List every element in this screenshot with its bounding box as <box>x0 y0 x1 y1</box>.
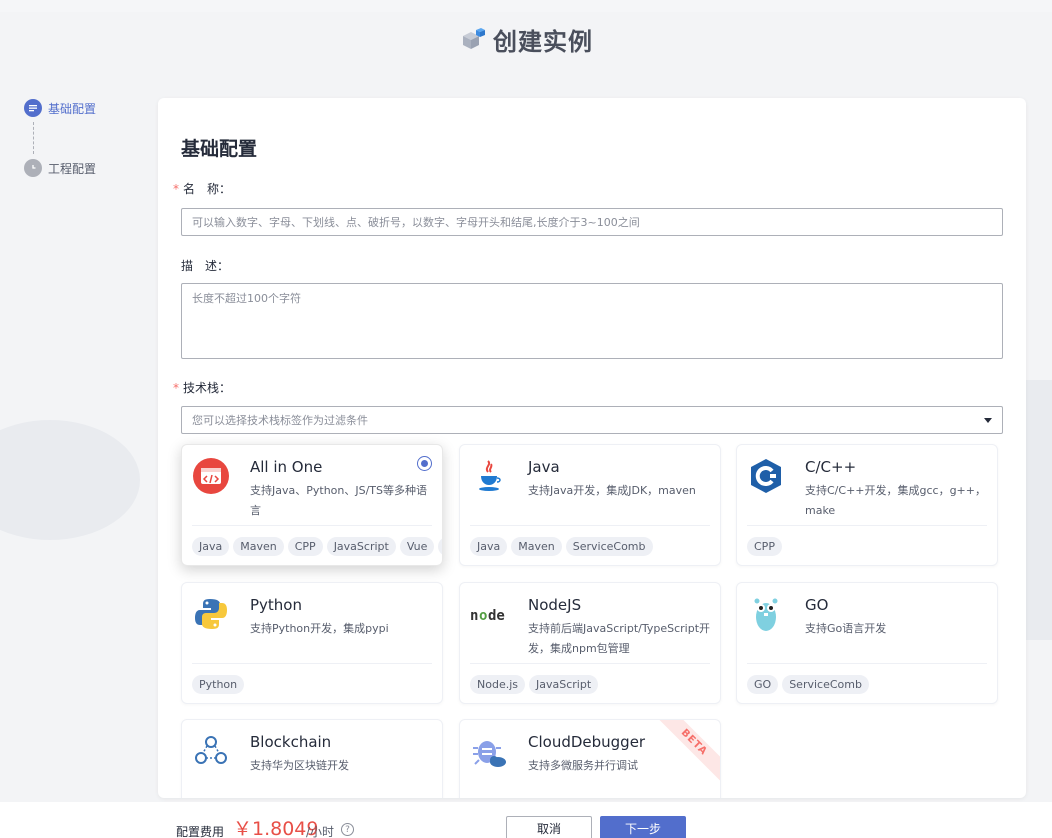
template-description: 支持多微服务并行调试 <box>528 759 638 772</box>
section-title: 基础配置 <box>181 138 258 160</box>
template-description: 支持前后端JavaScript/TypeScript开发，集成npm包管理 <box>528 622 711 655</box>
tech-tag: Java <box>192 537 230 556</box>
tech-stack-placeholder: 您可以选择技术栈标签作为过滤条件 <box>192 414 368 427</box>
card-divider <box>747 525 987 526</box>
tech-tag: CPP <box>747 537 782 556</box>
tech-tag: GO <box>747 675 779 694</box>
template-name: Blockchain <box>250 733 332 751</box>
template-name: GO <box>805 596 829 614</box>
page-header: 创建实例 <box>0 18 1052 60</box>
tech-tag: JavaScript <box>529 675 599 694</box>
template-description: 支持华为区块链开发 <box>250 759 349 772</box>
next-button[interactable]: 下一步 <box>600 816 686 838</box>
template-description: 支持C/C++开发，集成gcc，g++，make <box>805 484 986 517</box>
template-card-go[interactable]: GO 支持Go语言开发 GO ServiceComb <box>736 582 998 704</box>
description-textarea[interactable]: 长度不超过100个字符 <box>181 283 1003 359</box>
step-project-config[interactable]: 工程配置 <box>24 158 144 178</box>
required-mark: * <box>173 381 179 395</box>
tag-list: Python <box>192 675 442 694</box>
description-label: 描 述： <box>181 259 230 273</box>
cpp-icon <box>747 457 785 495</box>
card-divider <box>192 525 432 526</box>
tech-tag: Maven <box>511 537 562 556</box>
template-card-c-c-[interactable]: C/C++ 支持C/C++开发，集成gcc，g++，make CPP <box>736 444 998 566</box>
tech-tag: ServiceComb <box>565 537 653 556</box>
step-label: 基础配置 <box>48 101 97 116</box>
template-card-clouddebugger[interactable]: CloudDebugger 支持多微服务并行调试 BETA <box>459 719 721 798</box>
node-icon: n o de <box>470 595 508 633</box>
tech-tag: Vue <box>399 537 435 556</box>
tech-stack-select[interactable]: 您可以选择技术栈标签作为过滤条件 <box>181 406 1003 434</box>
python-icon <box>192 595 230 633</box>
tech-tag: JavaScript <box>326 537 396 556</box>
name-input[interactable]: 可以输入数字、字母、下划线、点、破折号，以数字、字母开头和结尾,长度介于3~10… <box>181 208 1003 236</box>
card-divider <box>470 663 710 664</box>
template-description: 支持Python开发，集成pypi <box>250 622 389 635</box>
bug-icon <box>470 732 508 770</box>
template-card-nodejs[interactable]: n o de NodeJS 支持前后端JavaScript/TypeScript开发，集… <box>459 582 721 704</box>
tech-tag: P <box>438 537 442 556</box>
template-name: Python <box>250 596 302 614</box>
fee-unit: /小时 <box>306 825 335 838</box>
tag-list: Java Maven ServiceComb <box>470 537 720 556</box>
svg-text:n: n <box>470 608 478 624</box>
card-divider <box>747 663 987 664</box>
tag-list: CPP <box>747 537 997 556</box>
tag-list: GO ServiceComb <box>747 675 997 694</box>
svg-text:de: de <box>488 608 505 624</box>
template-name: Java <box>528 458 560 476</box>
step-label: 工程配置 <box>48 161 97 176</box>
tech-tag: Python <box>192 675 245 694</box>
tech-tag: ServiceComb <box>782 675 869 694</box>
gopher-icon <box>747 595 785 633</box>
cancel-button[interactable]: 取消 <box>506 816 592 838</box>
name-label: * 名 称： <box>173 182 232 196</box>
code-icon <box>192 457 230 495</box>
template-description: 支持Go语言开发 <box>805 622 887 635</box>
fee-label: 配置费用 <box>176 825 225 838</box>
step-navigator: 基础配置 工程配置 <box>24 98 144 178</box>
config-panel: 基础配置 * 名 称： 可以输入数字、字母、下划线、点、破折号，以数字、字母开头和… <box>158 98 1026 798</box>
template-card-python[interactable]: Python 支持Python开发，集成pypi Python <box>181 582 443 704</box>
radio-dot <box>421 460 428 467</box>
tag-list: JavaMavenCPPJavaScriptVueP <box>192 537 442 556</box>
template-card-all-in-one[interactable]: All in One 支持Java、Python、JS/TS等多种语言 Java Ma… <box>181 444 443 566</box>
card-divider <box>192 663 432 664</box>
template-description: 支持Java、Python、JS/TS等多种语言 <box>250 484 427 517</box>
tech-tag: Node.js <box>470 675 525 694</box>
tech-stack-label: * 技术栈： <box>173 381 232 395</box>
template-name: CloudDebugger <box>528 733 646 751</box>
help-icon[interactable]: ? <box>341 823 354 836</box>
template-card-blockchain[interactable]: Blockchain 支持华为区块链开发 <box>181 719 443 798</box>
template-card-java[interactable]: Java 支持Java开发，集成JDK，maven Java Maven Service… <box>459 444 721 566</box>
clock-icon <box>24 159 42 177</box>
step-basic-config[interactable]: 基础配置 <box>24 98 144 118</box>
tech-tag: CPP <box>287 537 323 556</box>
blockchain-icon <box>192 732 230 770</box>
radio-selected-icon[interactable] <box>417 456 432 471</box>
template-name: C/C++ <box>805 458 857 476</box>
caret-down-icon <box>984 417 992 423</box>
required-mark: * <box>173 182 179 196</box>
page-title: 创建实例 <box>493 27 593 56</box>
template-name: All in One <box>250 458 323 476</box>
footer-bar: 配置费用 ￥1.8049 /小时 ? 取消 下一步 <box>0 802 1052 838</box>
template-description: 支持Java开发，集成JDK，maven <box>528 484 696 497</box>
card-divider <box>470 525 710 526</box>
java-icon <box>470 457 508 495</box>
tech-tag: Java <box>470 537 508 556</box>
tech-tag: Maven <box>233 537 284 556</box>
template-name: NodeJS <box>528 596 582 614</box>
step-connector <box>33 122 34 154</box>
tag-list: Node.js JavaScript <box>470 675 720 694</box>
list-icon <box>24 99 42 117</box>
svg-text:o: o <box>479 608 487 624</box>
cube-icon <box>459 28 485 50</box>
